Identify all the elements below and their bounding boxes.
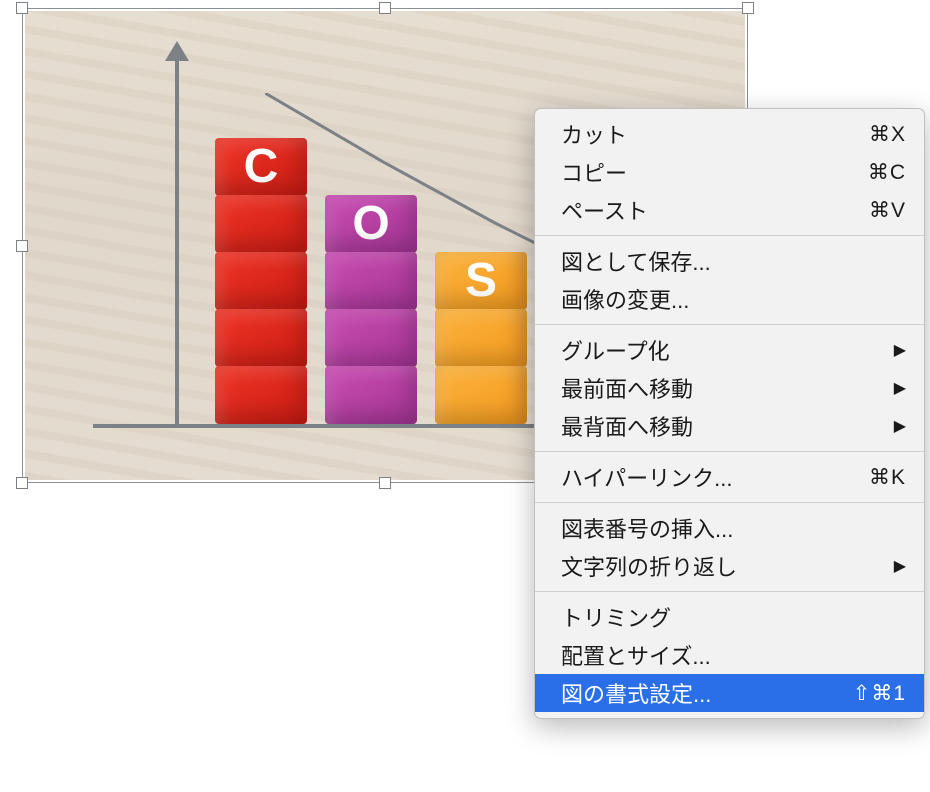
submenu-arrow-icon: ▶ bbox=[894, 416, 906, 436]
menu-item-label: ハイパーリンク... bbox=[561, 461, 732, 493]
menu-save-as-picture[interactable]: 図として保存... bbox=[535, 242, 924, 280]
menu-hyperlink[interactable]: ハイパーリンク... ⌘K bbox=[535, 458, 924, 496]
menu-item-label: 最前面へ移動 bbox=[561, 372, 693, 404]
menu-item-label: 文字列の折り返し bbox=[561, 550, 737, 582]
menu-separator bbox=[535, 451, 924, 452]
submenu-arrow-icon: ▶ bbox=[894, 378, 906, 398]
menu-cut[interactable]: カット ⌘X bbox=[535, 115, 924, 153]
menu-item-label: 図表番号の挿入... bbox=[561, 512, 733, 544]
submenu-arrow-icon: ▶ bbox=[894, 556, 906, 576]
menu-item-shortcut: ⌘V bbox=[869, 198, 906, 223]
resize-handle-bottom-middle[interactable] bbox=[379, 477, 391, 489]
resize-handle-top-left[interactable] bbox=[16, 2, 28, 14]
menu-item-label: 図として保存... bbox=[561, 245, 711, 277]
menu-item-label: 配置とサイズ... bbox=[561, 639, 711, 671]
menu-item-label: 図の書式設定... bbox=[561, 677, 711, 709]
menu-item-label: トリミング bbox=[561, 601, 671, 633]
menu-paste[interactable]: ペースト ⌘V bbox=[535, 191, 924, 229]
menu-item-shortcut: ⇧⌘1 bbox=[853, 681, 906, 706]
menu-send-to-back[interactable]: 最背面へ移動 ▶ bbox=[535, 407, 924, 445]
menu-separator bbox=[535, 502, 924, 503]
menu-item-shortcut: ⌘K bbox=[869, 465, 906, 490]
menu-item-shortcut: ⌘X bbox=[869, 122, 906, 147]
menu-size-position[interactable]: 配置とサイズ... bbox=[535, 636, 924, 674]
menu-item-shortcut: ⌘C bbox=[868, 160, 906, 185]
menu-insert-caption[interactable]: 図表番号の挿入... bbox=[535, 509, 924, 547]
menu-item-label: ペースト bbox=[561, 194, 648, 226]
menu-bring-to-front[interactable]: 最前面へ移動 ▶ bbox=[535, 369, 924, 407]
menu-group[interactable]: グループ化 ▶ bbox=[535, 331, 924, 369]
menu-text-wrap[interactable]: 文字列の折り返し ▶ bbox=[535, 547, 924, 585]
menu-copy[interactable]: コピー ⌘C bbox=[535, 153, 924, 191]
submenu-arrow-icon: ▶ bbox=[894, 340, 906, 360]
resize-handle-top-right[interactable] bbox=[742, 2, 754, 14]
context-menu: カット ⌘X コピー ⌘C ペースト ⌘V 図として保存... 画像の変更...… bbox=[534, 108, 925, 719]
menu-item-label: グループ化 bbox=[561, 334, 670, 366]
menu-separator bbox=[535, 235, 924, 236]
menu-change-picture[interactable]: 画像の変更... bbox=[535, 280, 924, 318]
menu-item-label: 画像の変更... bbox=[561, 283, 689, 315]
resize-handle-middle-left[interactable] bbox=[16, 240, 28, 252]
resize-handle-bottom-left[interactable] bbox=[16, 477, 28, 489]
menu-separator bbox=[535, 324, 924, 325]
menu-item-label: 最背面へ移動 bbox=[561, 410, 693, 442]
resize-handle-top-middle[interactable] bbox=[379, 2, 391, 14]
menu-crop[interactable]: トリミング bbox=[535, 598, 924, 636]
menu-item-label: カット bbox=[561, 118, 627, 150]
menu-format-picture[interactable]: 図の書式設定... ⇧⌘1 bbox=[535, 674, 924, 712]
menu-separator bbox=[535, 591, 924, 592]
menu-item-label: コピー bbox=[561, 156, 627, 188]
